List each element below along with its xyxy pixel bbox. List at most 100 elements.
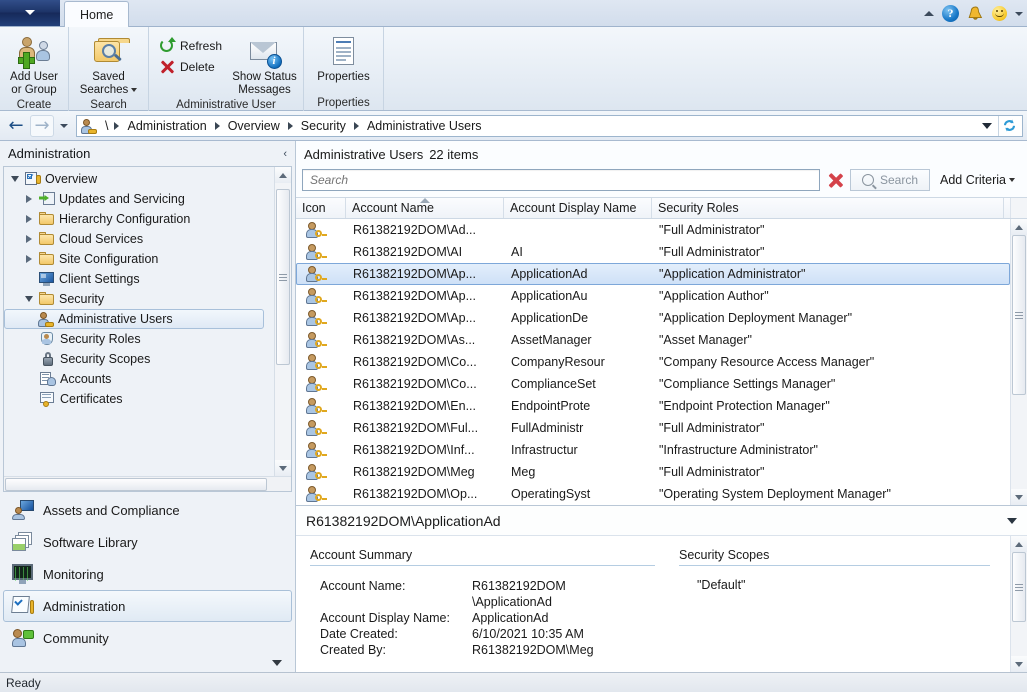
tree-item-client-settings[interactable]: Client Settings	[4, 269, 274, 289]
breadcrumb-item-security[interactable]: Security	[295, 119, 352, 133]
tree-scroll-track[interactable]	[275, 183, 292, 460]
workspace-community[interactable]: Community	[3, 622, 292, 654]
table-row[interactable]: R61382192DOM\AI AI "Full Administrator"	[296, 241, 1010, 263]
twisty-open-icon[interactable]	[22, 293, 35, 306]
search-input-wrapper[interactable]	[302, 169, 820, 191]
table-scroll-up-button[interactable]	[1011, 219, 1027, 235]
tree-item-security[interactable]: Security	[4, 289, 274, 309]
table-row[interactable]: R61382192DOM\Co... ComplianceSet "Compli…	[296, 373, 1010, 395]
tree-item-accounts[interactable]: Accounts	[4, 369, 274, 389]
ribbon-empty-area	[383, 27, 1027, 110]
tree-item-security-roles[interactable]: Security Roles	[4, 329, 274, 349]
minimize-ribbon-button[interactable]	[924, 11, 934, 16]
tree-horizontal-scrollbar[interactable]	[4, 476, 291, 491]
folder-icon	[39, 232, 55, 246]
tree-hscroll-thumb[interactable]	[5, 478, 267, 491]
field-account-name-cont: \ApplicationAd	[320, 594, 655, 610]
search-input[interactable]	[308, 172, 814, 188]
twisty-closed-icon[interactable]	[22, 233, 35, 246]
table-scroll-thumb[interactable]	[1012, 235, 1026, 395]
application-menu-button[interactable]	[0, 0, 60, 26]
tab-home[interactable]: Home	[64, 1, 129, 27]
refresh-button[interactable]: Refresh	[157, 35, 228, 56]
workspace-administration[interactable]: Administration	[3, 590, 292, 622]
twisty-open-icon[interactable]	[8, 173, 21, 186]
tree-vertical-scrollbar[interactable]	[274, 167, 291, 476]
workspace-software-library[interactable]: Software Library	[3, 526, 292, 558]
detail-vertical-scrollbar[interactable]	[1010, 536, 1027, 672]
column-header-account-display-name[interactable]: Account Display Name	[504, 198, 652, 218]
table-row[interactable]: R61382192DOM\Meg Meg "Full Administrator…	[296, 461, 1010, 483]
detail-scroll-thumb[interactable]	[1012, 552, 1026, 622]
breadcrumb-item-administrative-users[interactable]: Administrative Users	[361, 119, 488, 133]
breadcrumb-item-overview[interactable]: Overview	[222, 119, 286, 133]
tree-scroll-down-button[interactable]	[275, 460, 292, 476]
column-header-security-roles[interactable]: Security Roles	[652, 198, 1004, 218]
tree-item-administrative-users[interactable]: Administrative Users	[4, 309, 264, 329]
table-scroll-track[interactable]	[1011, 235, 1027, 489]
workspace-monitoring[interactable]: Monitoring	[3, 558, 292, 590]
workspace-more-button[interactable]	[3, 654, 292, 672]
refresh-view-button[interactable]	[998, 116, 1020, 136]
add-user-or-group-button[interactable]: Add User or Group	[6, 32, 62, 97]
tree-scroll-up-button[interactable]	[275, 167, 292, 183]
forward-button[interactable]: →	[30, 115, 54, 137]
column-header-icon[interactable]: Icon	[296, 198, 346, 218]
table-row[interactable]: R61382192DOM\As... AssetManager "Asset M…	[296, 329, 1010, 351]
help-button[interactable]: ?	[942, 5, 959, 22]
notifications-button[interactable]	[967, 5, 984, 22]
twisty-closed-icon[interactable]	[22, 193, 35, 206]
cell-account-name: R61382192DOM\Op...	[347, 487, 505, 501]
table-row[interactable]: R61382192DOM\Op... OperatingSyst "Operat…	[296, 483, 1010, 505]
table-vertical-scrollbar[interactable]	[1010, 219, 1027, 505]
search-button[interactable]: Search	[850, 169, 930, 191]
detail-scroll-up-button[interactable]	[1011, 536, 1027, 552]
back-button[interactable]: ←	[4, 115, 28, 137]
caret-down-icon[interactable]	[131, 88, 137, 92]
tree-item-security-scopes[interactable]: Security Scopes	[4, 349, 274, 369]
workspace-assets-and-compliance[interactable]: Assets and Compliance	[3, 494, 292, 526]
breadcrumb[interactable]: \ Administration Overview Security Admin…	[76, 115, 1023, 137]
feedback-dropdown-button[interactable]	[1015, 12, 1023, 16]
show-status-messages-button[interactable]: i Show Status Messages	[232, 32, 297, 97]
ribbon-group-administrative-user-title: Administrative User	[149, 97, 303, 113]
tree-item-certificates[interactable]: Certificates	[4, 389, 274, 409]
field-account-display-name-value: ApplicationAd	[472, 610, 655, 626]
tree-item-overview[interactable]: Overview	[4, 169, 274, 189]
detail-scroll-down-button[interactable]	[1011, 656, 1027, 672]
breadcrumb-item-administration[interactable]: Administration	[121, 119, 212, 133]
table-row[interactable]: R61382192DOM\En... EndpointProte "Endpoi…	[296, 395, 1010, 417]
table-row[interactable]: R61382192DOM\Ap... ApplicationAu "Applic…	[296, 285, 1010, 307]
column-header-account-name[interactable]: Account Name	[346, 198, 504, 218]
tree-scroll-thumb[interactable]	[276, 189, 290, 365]
tree-item-overview-label: Overview	[45, 172, 97, 186]
table-row[interactable]: R61382192DOM\Ful... FullAdministr "Full …	[296, 417, 1010, 439]
security-scopes-icon	[40, 352, 56, 366]
table-row[interactable]: R61382192DOM\Ad... "Full Administrator"	[296, 219, 1010, 241]
delete-button[interactable]: Delete	[157, 56, 228, 77]
table-scroll-down-button[interactable]	[1011, 489, 1027, 505]
properties-button[interactable]: Properties	[312, 32, 376, 84]
history-dropdown-button[interactable]	[56, 115, 72, 137]
table-row[interactable]: R61382192DOM\Inf... Infrastructur "Infra…	[296, 439, 1010, 461]
saved-searches-button[interactable]: Saved Searches	[77, 32, 141, 97]
tabstrip-right-icons: ?	[924, 2, 1023, 25]
sidebar-collapse-button[interactable]: ‹	[283, 148, 287, 160]
twisty-closed-icon[interactable]	[22, 253, 35, 266]
breadcrumb-dropdown-button[interactable]	[976, 116, 998, 136]
table-row-selected[interactable]: R61382192DOM\Ap... ApplicationAd "Applic…	[296, 263, 1010, 285]
twisty-closed-icon[interactable]	[22, 213, 35, 226]
tree-item-cloud-services[interactable]: Cloud Services	[4, 229, 274, 249]
feedback-button[interactable]	[992, 6, 1007, 21]
detail-scroll-track[interactable]	[1011, 552, 1027, 656]
table-row[interactable]: R61382192DOM\Co... CompanyResour "Compan…	[296, 351, 1010, 373]
tree-item-updates-and-servicing[interactable]: Updates and Servicing	[4, 189, 274, 209]
tree-item-hierarchy-configuration[interactable]: Hierarchy Configuration	[4, 209, 274, 229]
add-criteria-button[interactable]: Add Criteria	[934, 173, 1021, 187]
app-window: Home ?	[0, 0, 1027, 692]
tree-item-site-configuration[interactable]: Site Configuration	[4, 249, 274, 269]
clear-search-icon[interactable]	[824, 169, 846, 191]
table-row[interactable]: R61382192DOM\Ap... ApplicationDe "Applic…	[296, 307, 1010, 329]
chevron-down-icon[interactable]	[1007, 518, 1017, 524]
breadcrumb-root[interactable]: \	[101, 119, 112, 133]
